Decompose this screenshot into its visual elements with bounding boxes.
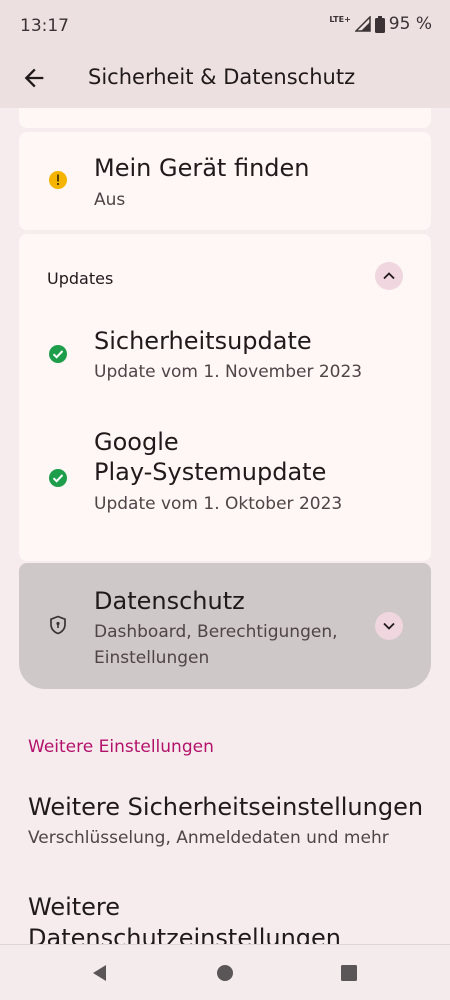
updates-header: Updates [47, 269, 114, 288]
more-security-title: Weitere Sicherheitseinstellungen [28, 793, 424, 821]
privacy-subtitle-line1: Dashboard, Berechtigungen, [94, 622, 338, 642]
security-update-subtitle: Update vom 1. November 2023 [94, 362, 363, 382]
shield-icon [50, 615, 66, 635]
battery-percentage: 95 % [388, 14, 432, 34]
more-settings-header: Weitere Einstellungen [28, 737, 214, 757]
battery-icon [374, 15, 385, 33]
back-triangle-icon[interactable] [88, 961, 112, 985]
find-device-item[interactable]: Mein Gerät finden Aus [19, 132, 431, 230]
previous-card-bottom [19, 108, 431, 128]
home-circle-icon[interactable] [213, 961, 237, 985]
more-privacy-title-line1: Weitere [28, 893, 121, 921]
more-privacy-settings-item[interactable]: Weitere Datenschutzeinstellungen [0, 883, 450, 944]
collapse-updates-button[interactable] [375, 262, 403, 290]
recents-square-icon[interactable] [337, 961, 361, 985]
more-security-settings-item[interactable]: Weitere Sicherheitseinstellungen Verschl… [0, 783, 450, 863]
back-arrow-icon[interactable] [20, 64, 48, 92]
play-update-subtitle: Update vom 1. Oktober 2023 [94, 494, 343, 514]
privacy-subtitle-line2: Einstellungen [94, 648, 210, 668]
signal-icon [354, 16, 371, 32]
more-security-subtitle: Verschlüsselung, Anmeldedaten und mehr [28, 828, 389, 848]
settings-list[interactable]: Mein Gerät finden Aus Updates Sicherheit… [0, 108, 450, 944]
privacy-title: Datenschutz [94, 587, 245, 615]
find-device-status: Aus [94, 190, 126, 210]
play-system-update-item[interactable]: Google Play-Systemupdate Update vom 1. O… [19, 419, 431, 529]
status-bar: 13:17 LTE+ 95 % [0, 0, 450, 52]
check-circle-icon [49, 469, 67, 487]
chevron-down-icon [383, 622, 395, 630]
check-circle-icon [49, 345, 67, 363]
app-bar: Sicherheit & Datenschutz [0, 52, 450, 108]
expand-privacy-button[interactable] [375, 612, 403, 640]
chevron-up-icon [383, 272, 395, 280]
page-title: Sicherheit & Datenschutz [88, 65, 356, 89]
play-update-title-line2: Play-Systemupdate [94, 458, 327, 486]
security-update-title: Sicherheitsupdate [94, 327, 312, 355]
status-icons: LTE+ 95 % [329, 14, 432, 34]
updates-card: Updates Sicherheitsupdate Update vom 1. … [19, 234, 431, 561]
privacy-item[interactable]: Datenschutz Dashboard, Berechtigungen, E… [19, 563, 431, 689]
find-device-title: Mein Gerät finden [94, 154, 310, 182]
status-time: 13:17 [20, 16, 69, 36]
more-privacy-title-line2: Datenschutzeinstellungen [28, 924, 341, 944]
warning-icon [49, 171, 67, 189]
play-update-title-line1: Google [94, 428, 179, 456]
network-type-label: LTE+ [329, 14, 351, 24]
security-update-item[interactable]: Sicherheitsupdate Update vom 1. November… [19, 314, 431, 394]
navigation-bar [0, 944, 450, 1000]
